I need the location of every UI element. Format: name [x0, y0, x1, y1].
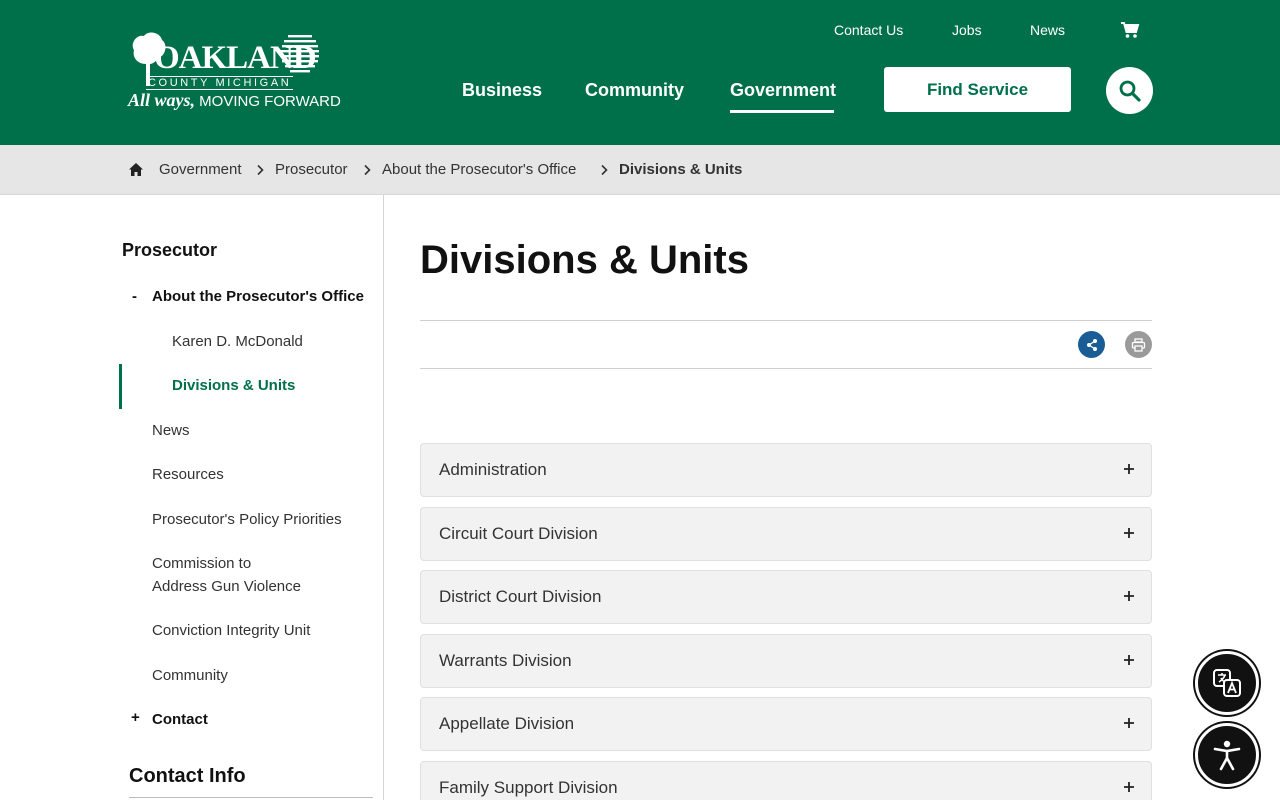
translate-icon	[1213, 669, 1241, 697]
breadcrumb-prosecutor[interactable]: Prosecutor	[275, 161, 348, 179]
search-icon	[1119, 80, 1141, 102]
accessibility-icon	[1213, 740, 1241, 771]
news-link[interactable]: News	[1030, 21, 1065, 39]
logo-subtitle: COUNTY MICHIGAN	[146, 76, 294, 90]
accordion-label: Administration	[439, 460, 547, 479]
nav-active-indicator	[730, 110, 834, 113]
chevron-right-icon	[257, 164, 264, 176]
sidebar-item-gun-violence-line2[interactable]: Address Gun Violence	[152, 575, 301, 598]
cart-icon[interactable]	[1120, 21, 1140, 39]
sidebar-divider	[383, 195, 384, 800]
contact-us-link[interactable]: Contact Us	[834, 21, 903, 39]
oakland-county-logo[interactable]: OAKLAND COUNTY MICHIGAN All ways, MOVING…	[128, 30, 341, 116]
accordion-circuit-court[interactable]: Circuit Court Division	[420, 507, 1152, 561]
sidebar-item-community[interactable]: Community	[152, 664, 228, 687]
sidebar-item-news[interactable]: News	[152, 419, 190, 442]
accessibility-button[interactable]	[1195, 723, 1259, 787]
sidebar-item-about[interactable]: About the Prosecutor's Office	[152, 285, 364, 308]
sidebar-item-resources[interactable]: Resources	[152, 463, 224, 486]
sidebar-active-indicator	[119, 364, 122, 409]
contact-info-heading: Contact Info	[129, 765, 246, 787]
sidebar-item-conviction-integrity[interactable]: Conviction Integrity Unit	[152, 619, 310, 642]
accordion-label: Circuit Court Division	[439, 524, 598, 543]
print-icon	[1131, 337, 1146, 352]
accordion-label: Family Support Division	[439, 778, 618, 797]
sidebar-item-contact[interactable]: Contact	[152, 708, 208, 731]
breadcrumb-current: Divisions & Units	[619, 161, 743, 178]
breadcrumb-about[interactable]: About the Prosecutor's Office	[382, 161, 576, 179]
sidebar-title[interactable]: Prosecutor	[122, 240, 217, 260]
accordion-district-court[interactable]: District Court Division	[420, 570, 1152, 624]
print-button[interactable]	[1125, 331, 1152, 358]
chevron-right-icon	[364, 164, 371, 176]
accordion-label: District Court Division	[439, 587, 602, 606]
accordion-label: Warrants Division	[439, 651, 572, 670]
accordion-family-support[interactable]: Family Support Division	[420, 761, 1152, 800]
plus-icon	[1124, 655, 1134, 665]
sidebar-item-karen-mcdonald[interactable]: Karen D. McDonald	[172, 330, 303, 353]
accordion-appellate[interactable]: Appellate Division	[420, 697, 1152, 751]
toolbar-divider-bottom	[420, 368, 1152, 369]
plus-icon	[1124, 782, 1134, 792]
nav-government[interactable]: Government	[730, 79, 836, 101]
jobs-link[interactable]: Jobs	[952, 21, 982, 39]
contact-info-divider	[129, 797, 373, 798]
sidebar-expand-toggle[interactable]: +	[131, 709, 140, 727]
sidebar-item-divisions-units[interactable]: Divisions & Units	[172, 374, 295, 397]
nav-business[interactable]: Business	[462, 79, 542, 101]
site-header: OAKLAND COUNTY MICHIGAN All ways, MOVING…	[0, 0, 1280, 145]
logo-wordmark: OAKLAND	[154, 40, 317, 76]
plus-icon	[1124, 591, 1134, 601]
accordion-warrants[interactable]: Warrants Division	[420, 634, 1152, 688]
translate-button[interactable]	[1195, 651, 1259, 715]
sidebar-collapse-toggle[interactable]: -	[132, 288, 137, 306]
sidebar-item-policy-priorities[interactable]: Prosecutor's Policy Priorities	[152, 508, 342, 531]
plus-icon	[1124, 528, 1134, 538]
share-button[interactable]	[1078, 331, 1105, 358]
home-icon[interactable]	[128, 162, 144, 177]
nav-community[interactable]: Community	[585, 79, 684, 101]
logo-tagline: All ways, MOVING FORWARD	[128, 90, 341, 112]
breadcrumb-government[interactable]: Government	[159, 161, 242, 179]
page-title: Divisions & Units	[420, 238, 749, 282]
accordion-administration[interactable]: Administration	[420, 443, 1152, 497]
toolbar-divider-top	[420, 320, 1152, 321]
share-icon	[1086, 338, 1097, 351]
accordion-label: Appellate Division	[439, 714, 575, 733]
search-button[interactable]	[1106, 67, 1153, 114]
sidebar-item-gun-violence-line1[interactable]: Commission to	[152, 552, 251, 575]
chevron-right-icon	[601, 164, 608, 176]
plus-icon	[1124, 718, 1134, 728]
tagline-script: All ways,	[128, 90, 196, 110]
plus-icon	[1124, 464, 1134, 474]
find-service-button[interactable]: Find Service	[884, 67, 1071, 112]
tagline-text: MOVING FORWARD	[195, 93, 341, 110]
